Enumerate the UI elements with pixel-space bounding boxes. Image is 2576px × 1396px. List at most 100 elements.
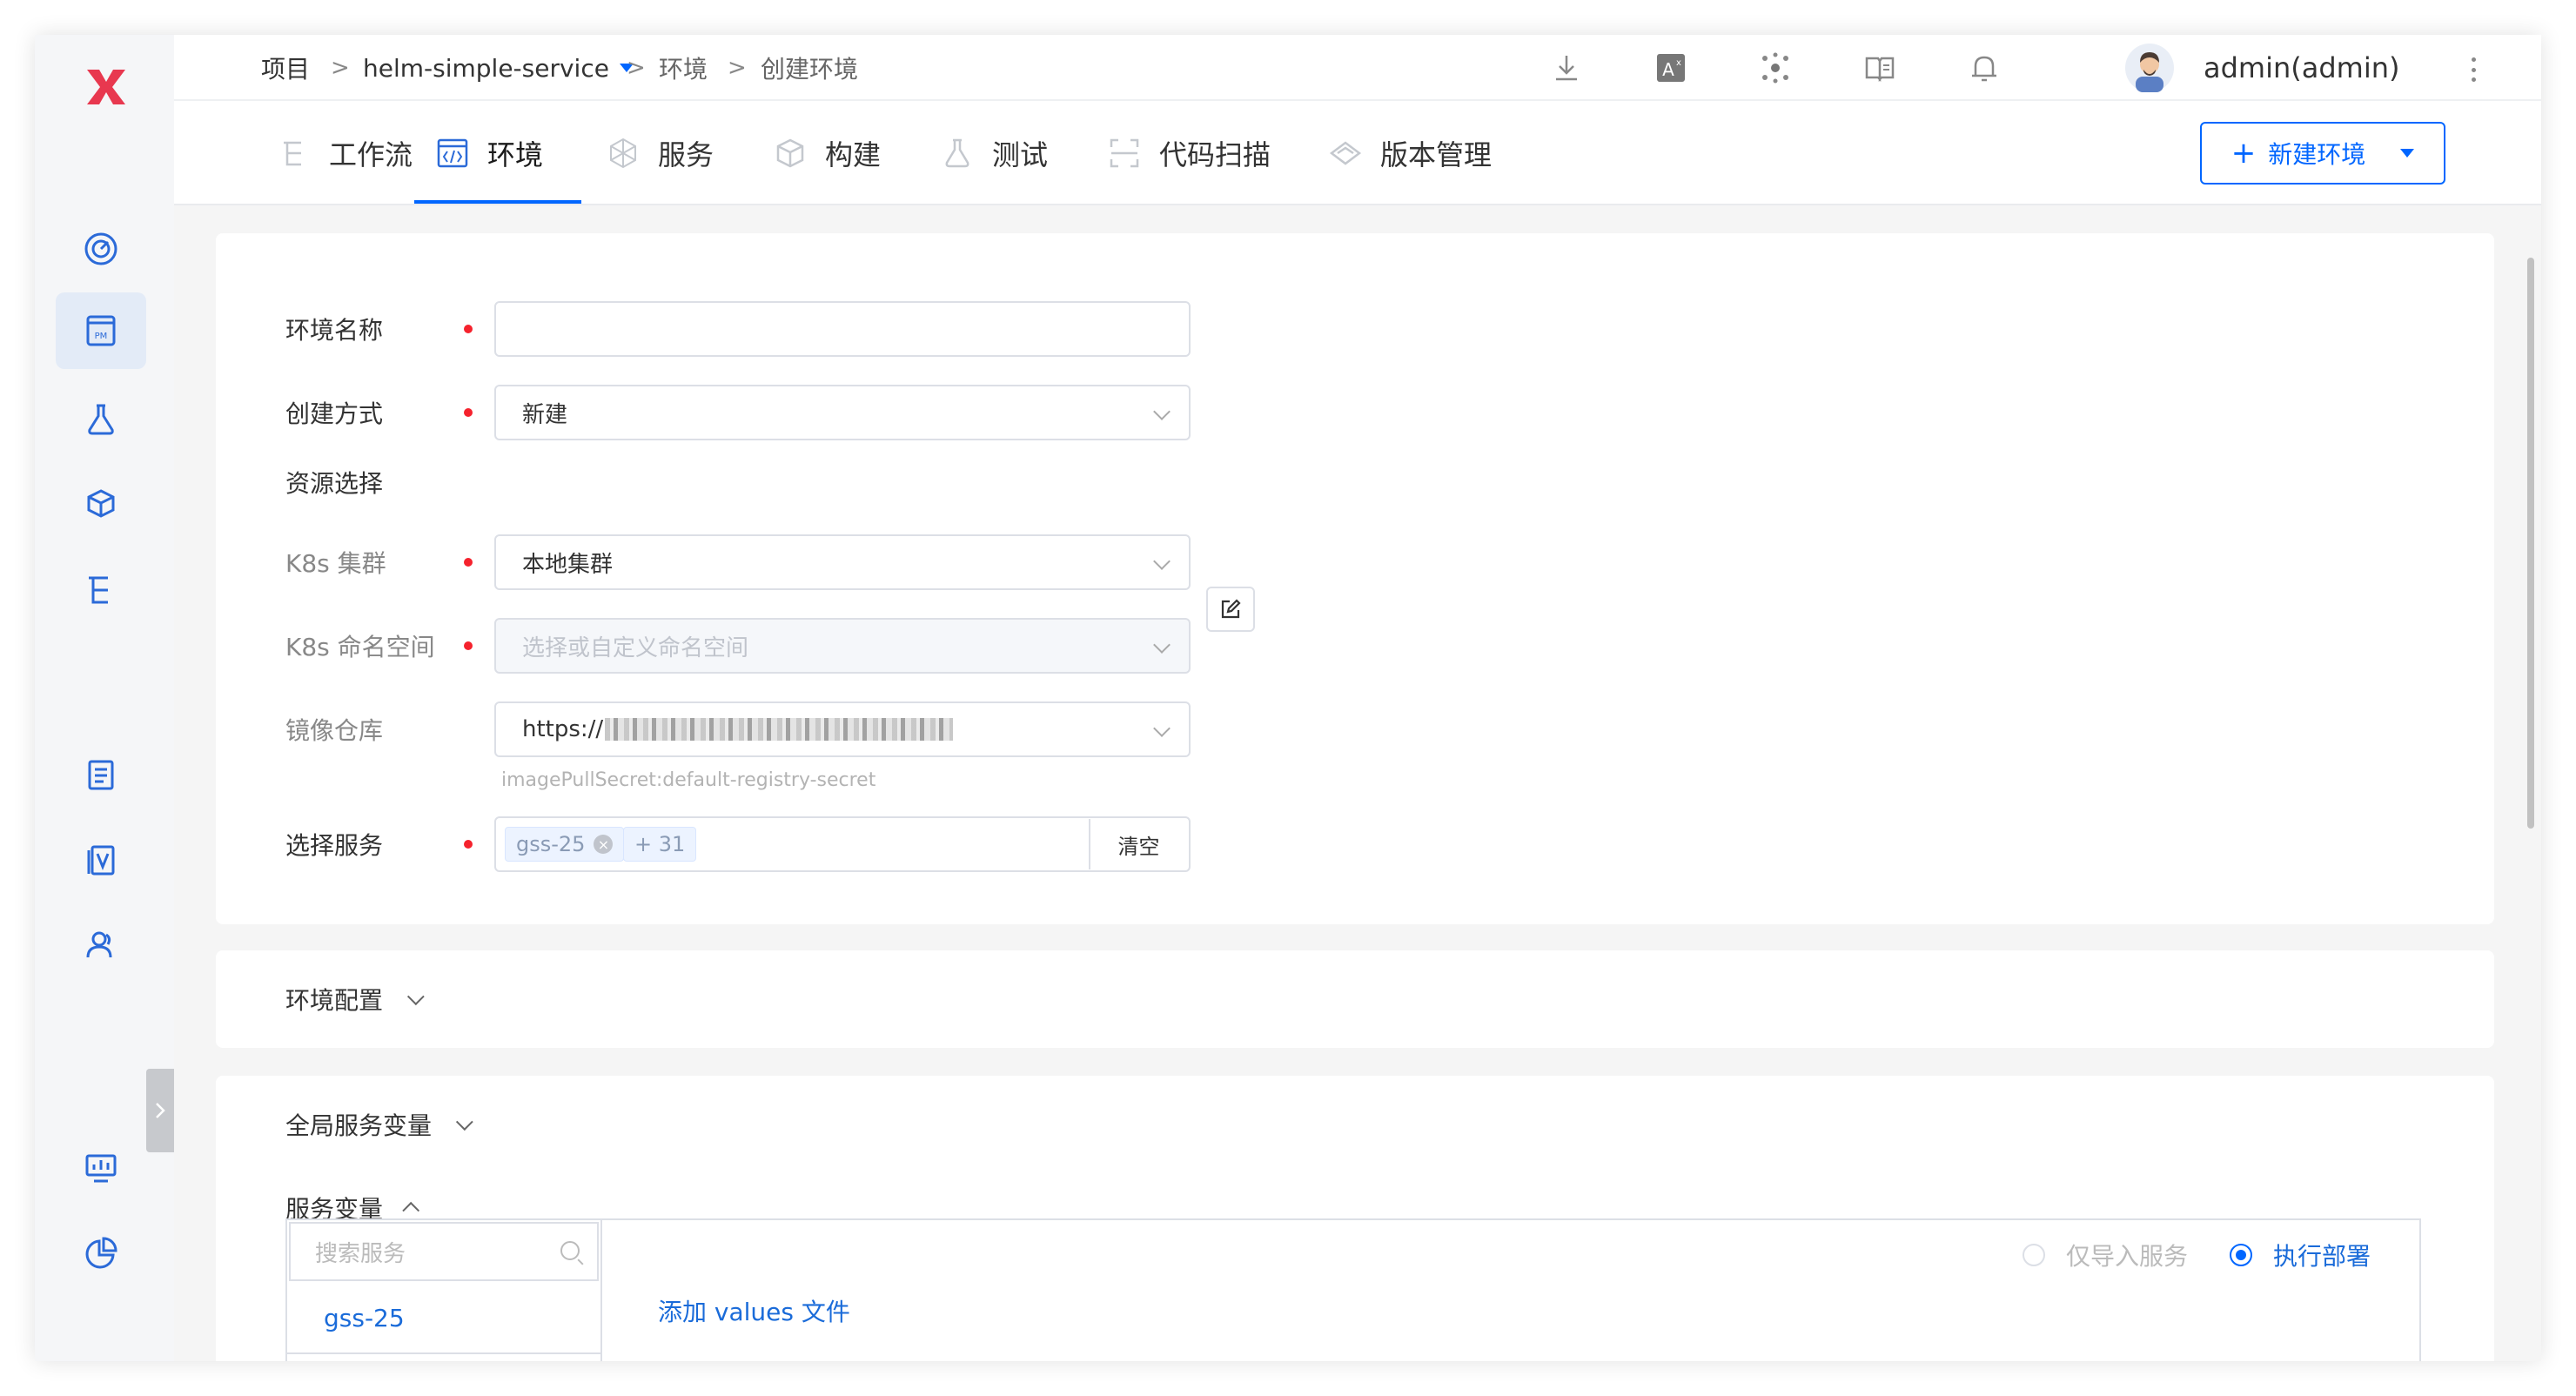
tab-workflow[interactable]: 工作流: [277, 101, 413, 205]
sidebar-item-versions[interactable]: [56, 822, 146, 898]
chevron-down-icon: [1153, 636, 1171, 654]
user-name[interactable]: admin(admin): [2204, 35, 2400, 101]
breadcrumb-separator: >: [627, 55, 646, 81]
global-vars-toggle[interactable]: 全局服务变量: [285, 1097, 473, 1152]
option-deploy[interactable]: 执行部署: [2230, 1238, 2371, 1272]
registry-secret-hint: imagePullSecret:default-registry-secret: [501, 769, 876, 791]
monitor-icon: [85, 1154, 117, 1183]
env-name-label: 环境名称: [285, 316, 384, 345]
more-menu-icon[interactable]: [2466, 52, 2480, 87]
svg-text:x: x: [1676, 58, 1681, 68]
search-icon: [560, 1241, 580, 1260]
sidebar-item-artifacts[interactable]: [56, 466, 146, 543]
tab-label: 环境: [487, 138, 544, 171]
new-environment-button[interactable]: + 新建环境: [2200, 122, 2445, 185]
build-icon: [776, 138, 804, 168]
required-marker: [464, 408, 473, 417]
download-icon[interactable]: [1549, 50, 1584, 85]
radio-unchecked: [2023, 1244, 2045, 1266]
sidebar-item-testing[interactable]: [56, 381, 146, 458]
service-list: 搜索服务 gss-25: [287, 1220, 602, 1361]
k8s-namespace-select[interactable]: 选择或自定义命名空间: [494, 618, 1191, 674]
k8s-namespace-label: K8s 命名空间: [285, 633, 435, 661]
registry-select[interactable]: https://: [494, 701, 1191, 757]
k8s-cluster-value: 本地集群: [522, 551, 614, 578]
sidebar-expand-toggle[interactable]: [146, 1069, 174, 1152]
breadcrumb-projects[interactable]: 项目: [261, 35, 310, 101]
create-mode-value: 新建: [522, 401, 568, 428]
clear-services-button[interactable]: 清空: [1089, 819, 1187, 869]
edit-icon: [1221, 599, 1241, 619]
tab-build[interactable]: 构建: [773, 101, 881, 205]
version-icon: [87, 845, 115, 876]
workflow-icon: [284, 141, 301, 166]
option-import-only[interactable]: 仅导入服务: [2023, 1238, 2188, 1272]
package-icon: [87, 489, 115, 518]
more-services-tag[interactable]: + 31: [623, 827, 697, 862]
tab-test[interactable]: 测试: [940, 101, 1048, 205]
chevron-down-icon: [1153, 720, 1171, 737]
registry-value: https://: [522, 716, 604, 742]
global-vars-title: 全局服务变量: [285, 1111, 433, 1140]
env-config-toggle[interactable]: 环境配置: [285, 971, 425, 1027]
create-mode-select[interactable]: 新建: [494, 385, 1191, 440]
k8s-cluster-select[interactable]: 本地集群: [494, 534, 1191, 590]
environment-icon: [437, 138, 468, 168]
add-values-file-link[interactable]: 添加 values 文件: [658, 1293, 850, 1328]
new-environment-label: 新建环境: [2268, 140, 2366, 169]
breadcrumb-project-select[interactable]: helm-simple-service: [363, 35, 634, 101]
translate-icon[interactable]: Ax: [1654, 50, 1688, 85]
service-vars-panel: 搜索服务 gss-25 仅导入服务 执行部署 添加 values 文件: [285, 1218, 2421, 1361]
required-marker: [464, 641, 473, 650]
chevron-down-icon: [1153, 403, 1171, 420]
zadig-logo-icon[interactable]: [80, 61, 132, 113]
scrollbar-thumb[interactable]: [2527, 258, 2534, 829]
dashboard-icon: [84, 232, 117, 265]
sidebar-item-projects[interactable]: PM: [56, 292, 146, 369]
list-item[interactable]: gss-25: [287, 1283, 600, 1354]
project-tabs: 工作流 环境 服务 构建 测试 代码扫描 版本管理 + 新建环境: [174, 101, 2541, 205]
close-icon[interactable]: ×: [594, 835, 614, 854]
plus-icon: +: [2231, 136, 2257, 171]
page-scrollbar[interactable]: [2524, 205, 2538, 1361]
custom-namespace-button[interactable]: [1206, 587, 1255, 632]
plugins-icon[interactable]: [1758, 50, 1793, 85]
tab-label: 测试: [992, 138, 1049, 171]
analytics-icon: [85, 1237, 117, 1269]
tab-code-scan[interactable]: 代码扫描: [1107, 101, 1271, 205]
registry-label: 镜像仓库: [285, 716, 384, 745]
breadcrumb-environment[interactable]: 环境: [659, 35, 708, 101]
sidebar-item-dashboard[interactable]: [56, 211, 146, 287]
tab-label: 版本管理: [1380, 138, 1493, 171]
tab-service[interactable]: 服务: [606, 101, 714, 205]
sidebar-item-analytics[interactable]: [56, 1215, 146, 1292]
required-marker: [464, 840, 473, 849]
k8s-cluster-label: K8s 集群: [285, 549, 386, 578]
checklist-icon: [88, 760, 114, 790]
service-search-input[interactable]: 搜索服务: [289, 1222, 599, 1281]
test-icon: [945, 138, 969, 168]
workflow-tree-icon: [89, 576, 108, 604]
service-search-placeholder: 搜索服务: [315, 1240, 406, 1267]
tab-label: 工作流: [329, 138, 413, 171]
env-config-title: 环境配置: [285, 986, 384, 1015]
avatar[interactable]: [2125, 44, 2174, 92]
env-name-input[interactable]: [494, 301, 1191, 357]
sidebar-item-workflows[interactable]: [56, 552, 146, 628]
radio-checked: [2230, 1244, 2252, 1266]
service-tag[interactable]: gss-25 ×: [505, 827, 625, 862]
tab-label: 构建: [825, 138, 882, 171]
docs-icon[interactable]: [1862, 50, 1897, 85]
tab-release[interactable]: 版本管理: [1328, 101, 1492, 205]
services-label: 选择服务: [285, 831, 384, 860]
tab-label: 代码扫描: [1159, 138, 1271, 171]
caret-down-icon: [2400, 149, 2415, 158]
sidebar-item-monitor[interactable]: [56, 1130, 146, 1206]
sidebar-item-checklist[interactable]: [56, 736, 146, 813]
tab-environment[interactable]: 环境: [435, 101, 543, 205]
required-marker: [464, 558, 473, 567]
sidebar-item-users[interactable]: [56, 907, 146, 983]
bell-icon[interactable]: [1967, 50, 2002, 85]
service-icon: [610, 138, 636, 169]
chevron-up-icon: [402, 1201, 420, 1219]
